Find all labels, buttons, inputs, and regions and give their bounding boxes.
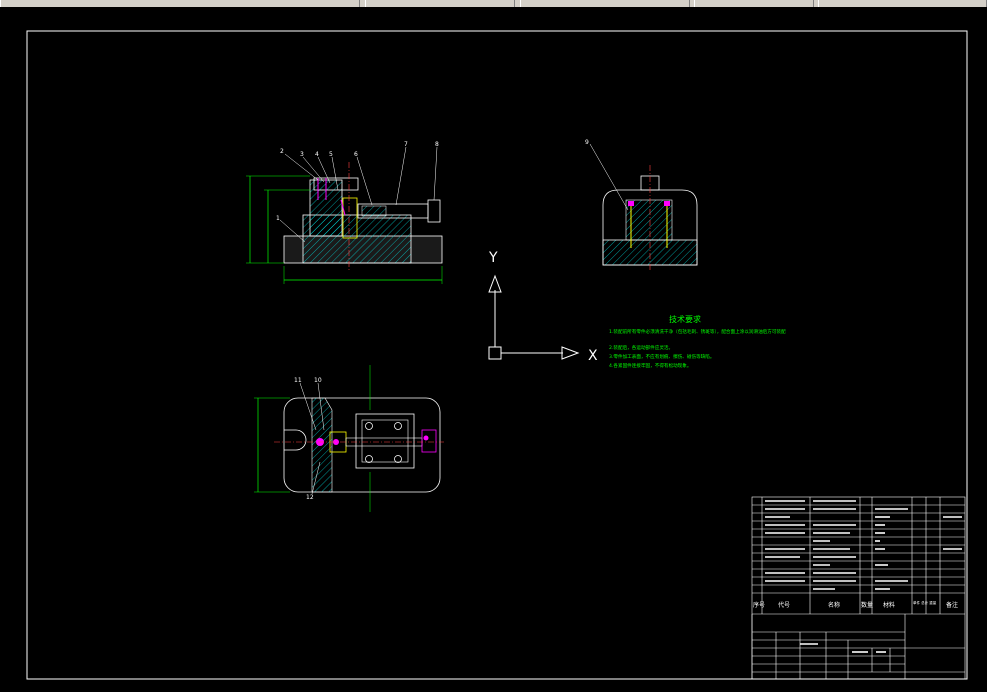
tech-req-title: 技术要求 [669, 314, 701, 324]
side-view: 9 [585, 139, 698, 272]
toolbar-field[interactable] [694, 0, 814, 7]
balloon-9: 9 [585, 139, 589, 146]
tech-req-line-3: 3.零件加工表面，不应有划痕、擦伤、碰伤等缺陷。 [609, 353, 714, 360]
bom-header-remarks: 备注 [946, 601, 958, 609]
ucs-icon: Y X [488, 250, 598, 364]
title-block [751, 496, 966, 680]
balloon-2: 2 [280, 148, 284, 155]
tech-req-line-4: 4.各紧固件连接牢固，不得有松动现象。 [609, 362, 691, 369]
top-view: 11 10 12 [254, 365, 444, 512]
balloon-4: 4 [315, 151, 319, 158]
bom-header-material: 材料 [883, 601, 895, 609]
axis-x-label: X [588, 348, 598, 364]
bom-header-qty: 数量 [861, 601, 873, 609]
bom-header-code: 代号 [778, 601, 790, 609]
toolbar-field[interactable] [520, 0, 690, 7]
tech-req-line-2: 2.装配后，各运动部件应灵活。 [609, 344, 673, 351]
tech-req-line-1: 1.装配前所有零件必须清洗干净（包括毛刺、锈斑等），配合面上涂以润滑油后方可装配 [609, 328, 786, 335]
balloon-10: 10 [314, 377, 322, 384]
bom-header-seq: 序号 [753, 601, 765, 609]
window-toolbar-strip [0, 0, 987, 7]
toolbar-field[interactable] [0, 0, 360, 7]
drawing-svg: 2 3 4 5 6 7 8 1 9 Y X 技术要求 1.装配前所有零件必须清洗… [26, 30, 968, 680]
bom-header-weight: 单件 总计 重量 [913, 600, 937, 605]
bom-header-name: 名称 [828, 601, 840, 609]
toolbar-field[interactable] [818, 0, 987, 7]
toolbar-field[interactable] [365, 0, 515, 7]
cad-model-space[interactable]: 2 3 4 5 6 7 8 1 9 Y X 技术要求 1.装配前所有零件必须清洗… [0, 7, 987, 692]
bom-header: 序号 代号 名称 数量 材料 单件 总计 重量 备注 [753, 600, 958, 609]
axis-y-label: Y [488, 250, 498, 266]
balloon-12: 12 [306, 494, 314, 501]
balloon-11: 11 [294, 377, 302, 384]
technical-requirements: 技术要求 1.装配前所有零件必须清洗干净（包括毛刺、锈斑等），配合面上涂以润滑油… [609, 314, 786, 369]
balloon-7: 7 [404, 141, 408, 148]
balloon-3: 3 [300, 151, 304, 158]
balloon-1: 1 [276, 215, 280, 222]
balloon-6: 6 [354, 151, 358, 158]
balloon-5: 5 [329, 151, 333, 158]
front-view: 2 3 4 5 6 7 8 1 [246, 141, 443, 284]
balloon-8: 8 [435, 141, 439, 148]
